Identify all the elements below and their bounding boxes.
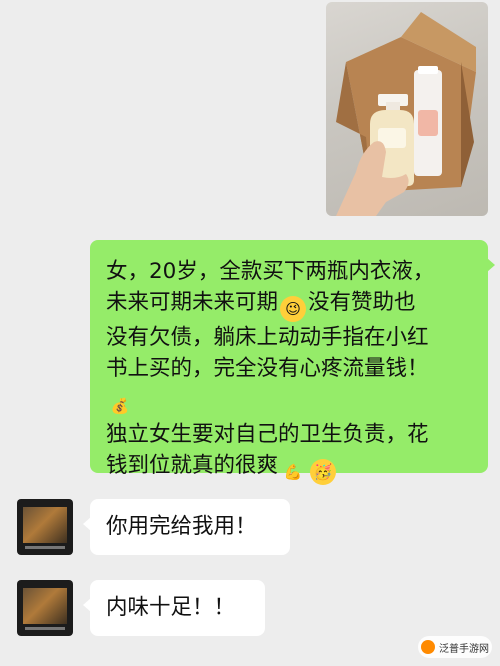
photo-message[interactable]	[326, 2, 488, 216]
message-text: 你用完给我用！	[106, 514, 257, 539]
avatar-image	[23, 588, 67, 624]
received-message-bubble[interactable]: 你用完给我用！	[83, 499, 290, 555]
product-photo	[336, 12, 476, 216]
bubble-tail	[487, 258, 495, 272]
message-line: 女，20岁，全款买下两瓶内衣液，	[106, 259, 435, 284]
message-line: 书上买的，完全没有心疼流量钱！	[106, 356, 429, 381]
partying-face-emoji-icon: 🥳	[310, 459, 337, 485]
message-text: 内味十足！！	[106, 595, 236, 620]
bubble-tail	[83, 598, 91, 612]
message-line: 💰	[106, 384, 474, 419]
watermark-logo-icon	[421, 640, 435, 654]
site-watermark: 泛普手游网	[418, 636, 492, 658]
sent-message-bubble[interactable]: 女，20岁，全款买下两瓶内衣液， 未来可期未来可期 😉 没有赞助也 没有欠债，躺床上…	[90, 240, 495, 485]
flexed-biceps-emoji-icon: 💪	[283, 463, 303, 481]
message-text: 钱到位就真的很爽	[106, 453, 279, 478]
received-message-bubble[interactable]: 内味十足！！	[83, 580, 265, 636]
wink-emoji-icon: 😉	[280, 296, 307, 322]
avatar[interactable]	[17, 580, 73, 636]
message-line: 未来可期未来可期 😉 没有赞助也	[106, 287, 474, 322]
message-text: 未来可期未来可期	[106, 290, 279, 315]
avatar-image	[23, 507, 67, 543]
watermark-text: 泛普手游网	[439, 643, 489, 655]
money-bag-emoji-icon: 💰	[110, 397, 130, 415]
avatar[interactable]	[17, 499, 73, 555]
message-line: 独立女生要对自己的卫生负责，花	[106, 422, 429, 447]
avatar-caption	[25, 627, 65, 630]
message-line: 没有欠债，躺床上动动手指在小红	[106, 325, 429, 350]
message-line: 钱到位就真的很爽 💪 🥳	[106, 450, 474, 485]
message-text: 没有赞助也	[308, 290, 416, 315]
avatar-caption	[25, 546, 65, 549]
bubble-tail	[83, 517, 91, 531]
